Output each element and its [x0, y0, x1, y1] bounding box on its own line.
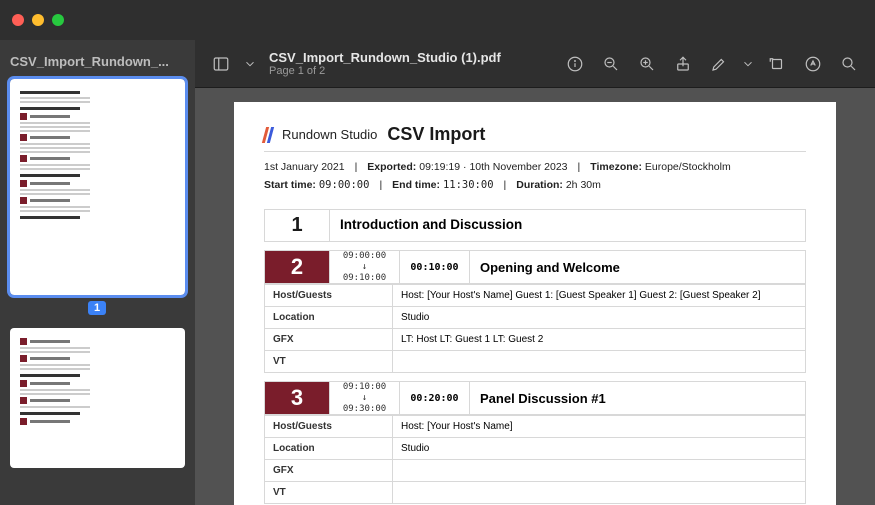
- cue-number: 2: [265, 251, 329, 283]
- prop-key: Host/Guests: [265, 285, 393, 307]
- logo-text: Rundown Studio: [282, 127, 377, 142]
- chevron-down-icon: [741, 55, 755, 73]
- cue-2-properties: Host/GuestsHost: [Your Host's Name] Gues…: [264, 284, 806, 373]
- prop-key: Location: [265, 438, 393, 460]
- meta-timezone-value: Europe/Stockholm: [645, 161, 731, 173]
- traffic-lights: [12, 14, 64, 26]
- document-viewport[interactable]: Rundown Studio CSV Import 1st January 20…: [195, 88, 875, 505]
- thumbnails-sidebar[interactable]: CSV_Import_Rundown_... 1: [0, 40, 195, 505]
- zoom-in-button[interactable]: [633, 50, 661, 78]
- rotate-button[interactable]: [763, 50, 791, 78]
- section-number: 1: [265, 210, 329, 241]
- prop-key: Location: [265, 307, 393, 329]
- section-title: Introduction and Discussion: [329, 210, 805, 241]
- prop-key: GFX: [265, 329, 393, 351]
- prop-value: Studio: [393, 307, 806, 329]
- rundown-logo-icon: [262, 127, 274, 143]
- toolbar: CSV_Import_Rundown_Studio (1).pdf Page 1…: [195, 40, 875, 88]
- document-filename: CSV_Import_Rundown_Studio (1).pdf: [269, 50, 501, 65]
- minimize-window-button[interactable]: [32, 14, 44, 26]
- zoom-out-icon: [602, 55, 620, 73]
- cue-duration: 00:10:00: [399, 251, 469, 283]
- search-button[interactable]: [835, 50, 863, 78]
- cue-times: 09:10:00 ↓ 09:30:00: [329, 382, 399, 414]
- prop-value: [393, 482, 806, 504]
- markup-menu-chevron[interactable]: [741, 50, 755, 78]
- sidebar-toggle-button[interactable]: [207, 50, 235, 78]
- cue-title: Panel Discussion #1: [469, 382, 805, 414]
- page-thumbnail-2[interactable]: [10, 328, 185, 468]
- marker-icon: [804, 55, 822, 73]
- search-icon: [840, 55, 858, 73]
- prop-key: GFX: [265, 460, 393, 482]
- prop-value: Host: [Your Host's Name] Guest 1: [Guest…: [393, 285, 806, 307]
- info-button[interactable]: [561, 50, 589, 78]
- cue-row-2: 2 09:00:00 ↓ 09:10:00 00:10:00 Opening a…: [264, 250, 806, 284]
- meta-exported-label: Exported:: [367, 161, 416, 173]
- prop-value: LT: Host LT: Guest 1 LT: Guest 2: [393, 329, 806, 351]
- cue-row-3: 3 09:10:00 ↓ 09:30:00 00:20:00 Panel Dis…: [264, 381, 806, 415]
- page-indicator: Page 1 of 2: [269, 65, 501, 77]
- cue-duration: 00:20:00: [399, 382, 469, 414]
- meta-duration-label: Duration:: [516, 179, 563, 191]
- pdf-page-1: Rundown Studio CSV Import 1st January 20…: [234, 102, 836, 505]
- doc-title: CSV Import: [387, 124, 485, 145]
- meta-exported-value: 09:19:19 · 10th November 2023: [419, 161, 567, 173]
- maximize-window-button[interactable]: [52, 14, 64, 26]
- prop-key: VT: [265, 482, 393, 504]
- share-icon: [674, 55, 692, 73]
- meta-start-value: 09:00:00: [319, 179, 370, 191]
- zoom-in-icon: [638, 55, 656, 73]
- info-icon: [566, 55, 584, 73]
- highlight-button[interactable]: [799, 50, 827, 78]
- prop-value: [393, 460, 806, 482]
- prop-value: [393, 351, 806, 373]
- cue-number: 3: [265, 382, 329, 414]
- meta-end-label: End time:: [392, 179, 440, 191]
- markup-button[interactable]: [705, 50, 733, 78]
- cue-title: Opening and Welcome: [469, 251, 805, 283]
- page-thumbnail-1[interactable]: 1: [10, 79, 185, 316]
- window-titlebar: [0, 0, 875, 40]
- page-number-badge: 1: [88, 301, 106, 315]
- meta-end-value: 11:30:00: [443, 179, 494, 191]
- close-window-button[interactable]: [12, 14, 24, 26]
- rotate-icon: [768, 55, 786, 73]
- meta-timezone-label: Timezone:: [590, 161, 642, 173]
- prop-key: Host/Guests: [265, 416, 393, 438]
- cue-times: 09:00:00 ↓ 09:10:00: [329, 251, 399, 283]
- section-header-1: 1 Introduction and Discussion: [264, 209, 806, 242]
- zoom-out-button[interactable]: [597, 50, 625, 78]
- sidebar-icon: [212, 55, 230, 73]
- pencil-icon: [710, 55, 728, 73]
- share-button[interactable]: [669, 50, 697, 78]
- prop-key: VT: [265, 351, 393, 373]
- prop-value: Host: [Your Host's Name]: [393, 416, 806, 438]
- cue-3-properties: Host/GuestsHost: [Your Host's Name] Loca…: [264, 415, 806, 504]
- meta-start-label: Start time:: [264, 179, 316, 191]
- meta-created: 1st January 2021: [264, 161, 345, 173]
- sidebar-menu-chevron[interactable]: [243, 50, 257, 78]
- prop-value: Studio: [393, 438, 806, 460]
- doc-metadata: 1st January 2021 | Exported: 09:19:19 · …: [264, 156, 806, 197]
- chevron-down-icon: [243, 55, 257, 73]
- toolbar-title-block: CSV_Import_Rundown_Studio (1).pdf Page 1…: [269, 50, 501, 77]
- meta-duration-value: 2h 30m: [566, 179, 601, 191]
- sidebar-filename: CSV_Import_Rundown_...: [10, 48, 185, 79]
